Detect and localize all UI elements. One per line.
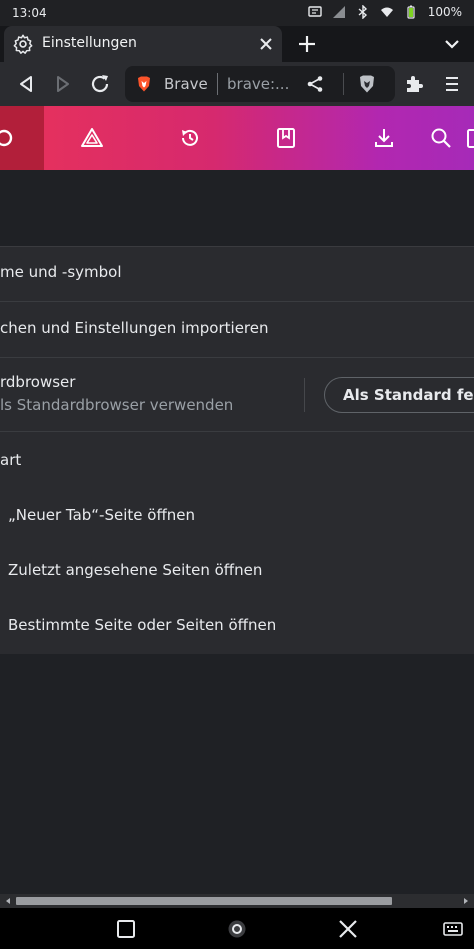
scrollbar-thumb[interactable] (16, 897, 392, 905)
downloads-icon[interactable] (372, 126, 396, 150)
row-divider (0, 301, 474, 302)
browser-toolbar: Brave brave:... (0, 62, 474, 106)
close-icon[interactable] (337, 918, 359, 940)
system-nav-bar (0, 908, 474, 949)
brave-shield-icon[interactable] (135, 75, 153, 93)
reload-icon[interactable] (88, 72, 112, 96)
rewards-icon[interactable] (80, 126, 104, 150)
vertical-divider (304, 378, 305, 412)
status-icons: 100% (307, 5, 462, 19)
tab-title: Einstellungen (42, 35, 137, 51)
keyboard-icon[interactable] (442, 918, 464, 940)
tab-settings[interactable]: Einstellungen (4, 26, 282, 62)
gear-icon (0, 129, 13, 147)
address-divider (217, 73, 218, 95)
forward-icon[interactable] (50, 72, 74, 96)
settings-card: me und -symbol chen und Einstellungen im… (0, 246, 474, 654)
address-url[interactable]: brave:... (227, 75, 289, 93)
settings-row-startup: art (0, 451, 474, 469)
bookmarks-icon[interactable] (274, 126, 298, 150)
address-divider-2 (343, 73, 344, 95)
history-icon[interactable] (178, 126, 202, 150)
startup-option-specific-pages[interactable]: Bestimmte Seite oder Seiten öffnen (8, 616, 474, 634)
row-divider (0, 431, 474, 432)
notification-icon (307, 5, 322, 19)
screen: 13:04 100% Einstellungen Brave brave:...… (0, 0, 474, 949)
battery-level: 100% (427, 5, 462, 19)
scroll-right-icon[interactable] (461, 896, 471, 906)
horizontal-scrollbar[interactable] (0, 894, 474, 908)
settings-row-label: art (0, 451, 22, 469)
settings-row-label: me und -symbol (0, 263, 122, 281)
settings-row-label: chen und Einstellungen importieren (0, 319, 269, 337)
share-icon[interactable] (305, 74, 325, 94)
startup-option-continue[interactable]: Zuletzt angesehene Seiten öffnen (8, 561, 474, 579)
recents-icon[interactable] (115, 918, 137, 940)
startup-option-label: „Neuer Tab“-Seite öffnen (8, 506, 196, 524)
set-default-button[interactable]: Als Standard festlegen (324, 377, 474, 413)
new-tab-icon[interactable] (296, 33, 318, 55)
close-tab-icon[interactable] (256, 34, 276, 54)
status-bar: 13:04 100% (0, 0, 474, 26)
extensions-icon[interactable] (402, 72, 426, 96)
battery-icon (404, 5, 418, 19)
brave-lion-icon[interactable] (357, 74, 377, 94)
settings-row-import[interactable]: chen und Einstellungen importieren (0, 319, 474, 337)
settings-toolbar (0, 106, 474, 170)
settings-content: me und -symbol chen und Einstellungen im… (0, 170, 474, 894)
startup-option-label: Bestimmte Seite oder Seiten öffnen (8, 616, 277, 634)
wifi-icon (380, 5, 394, 19)
bluetooth-icon (356, 5, 370, 19)
signal-icon (332, 5, 346, 19)
menu-icon[interactable] (440, 72, 464, 96)
search-icon[interactable] (429, 126, 453, 150)
startup-option-label: Zuletzt angesehene Seiten öffnen (8, 561, 263, 579)
gear-icon (13, 34, 33, 54)
tab-strip: Einstellungen (0, 26, 474, 62)
status-time: 13:04 (12, 6, 47, 20)
chevron-down-icon[interactable] (442, 34, 462, 54)
row-divider (0, 357, 474, 358)
address-brand: Brave (164, 75, 208, 93)
settings-row-theme[interactable]: me und -symbol (0, 263, 474, 281)
back-icon[interactable] (14, 72, 38, 96)
settings-toolbar-selected[interactable] (0, 106, 44, 170)
address-bar[interactable]: Brave brave:... (125, 66, 395, 102)
startup-option-new-tab[interactable]: „Neuer Tab“-Seite öffnen (8, 506, 474, 524)
clipboard-icon[interactable] (464, 126, 474, 150)
home-icon[interactable] (226, 918, 248, 940)
scroll-left-icon[interactable] (3, 896, 13, 906)
